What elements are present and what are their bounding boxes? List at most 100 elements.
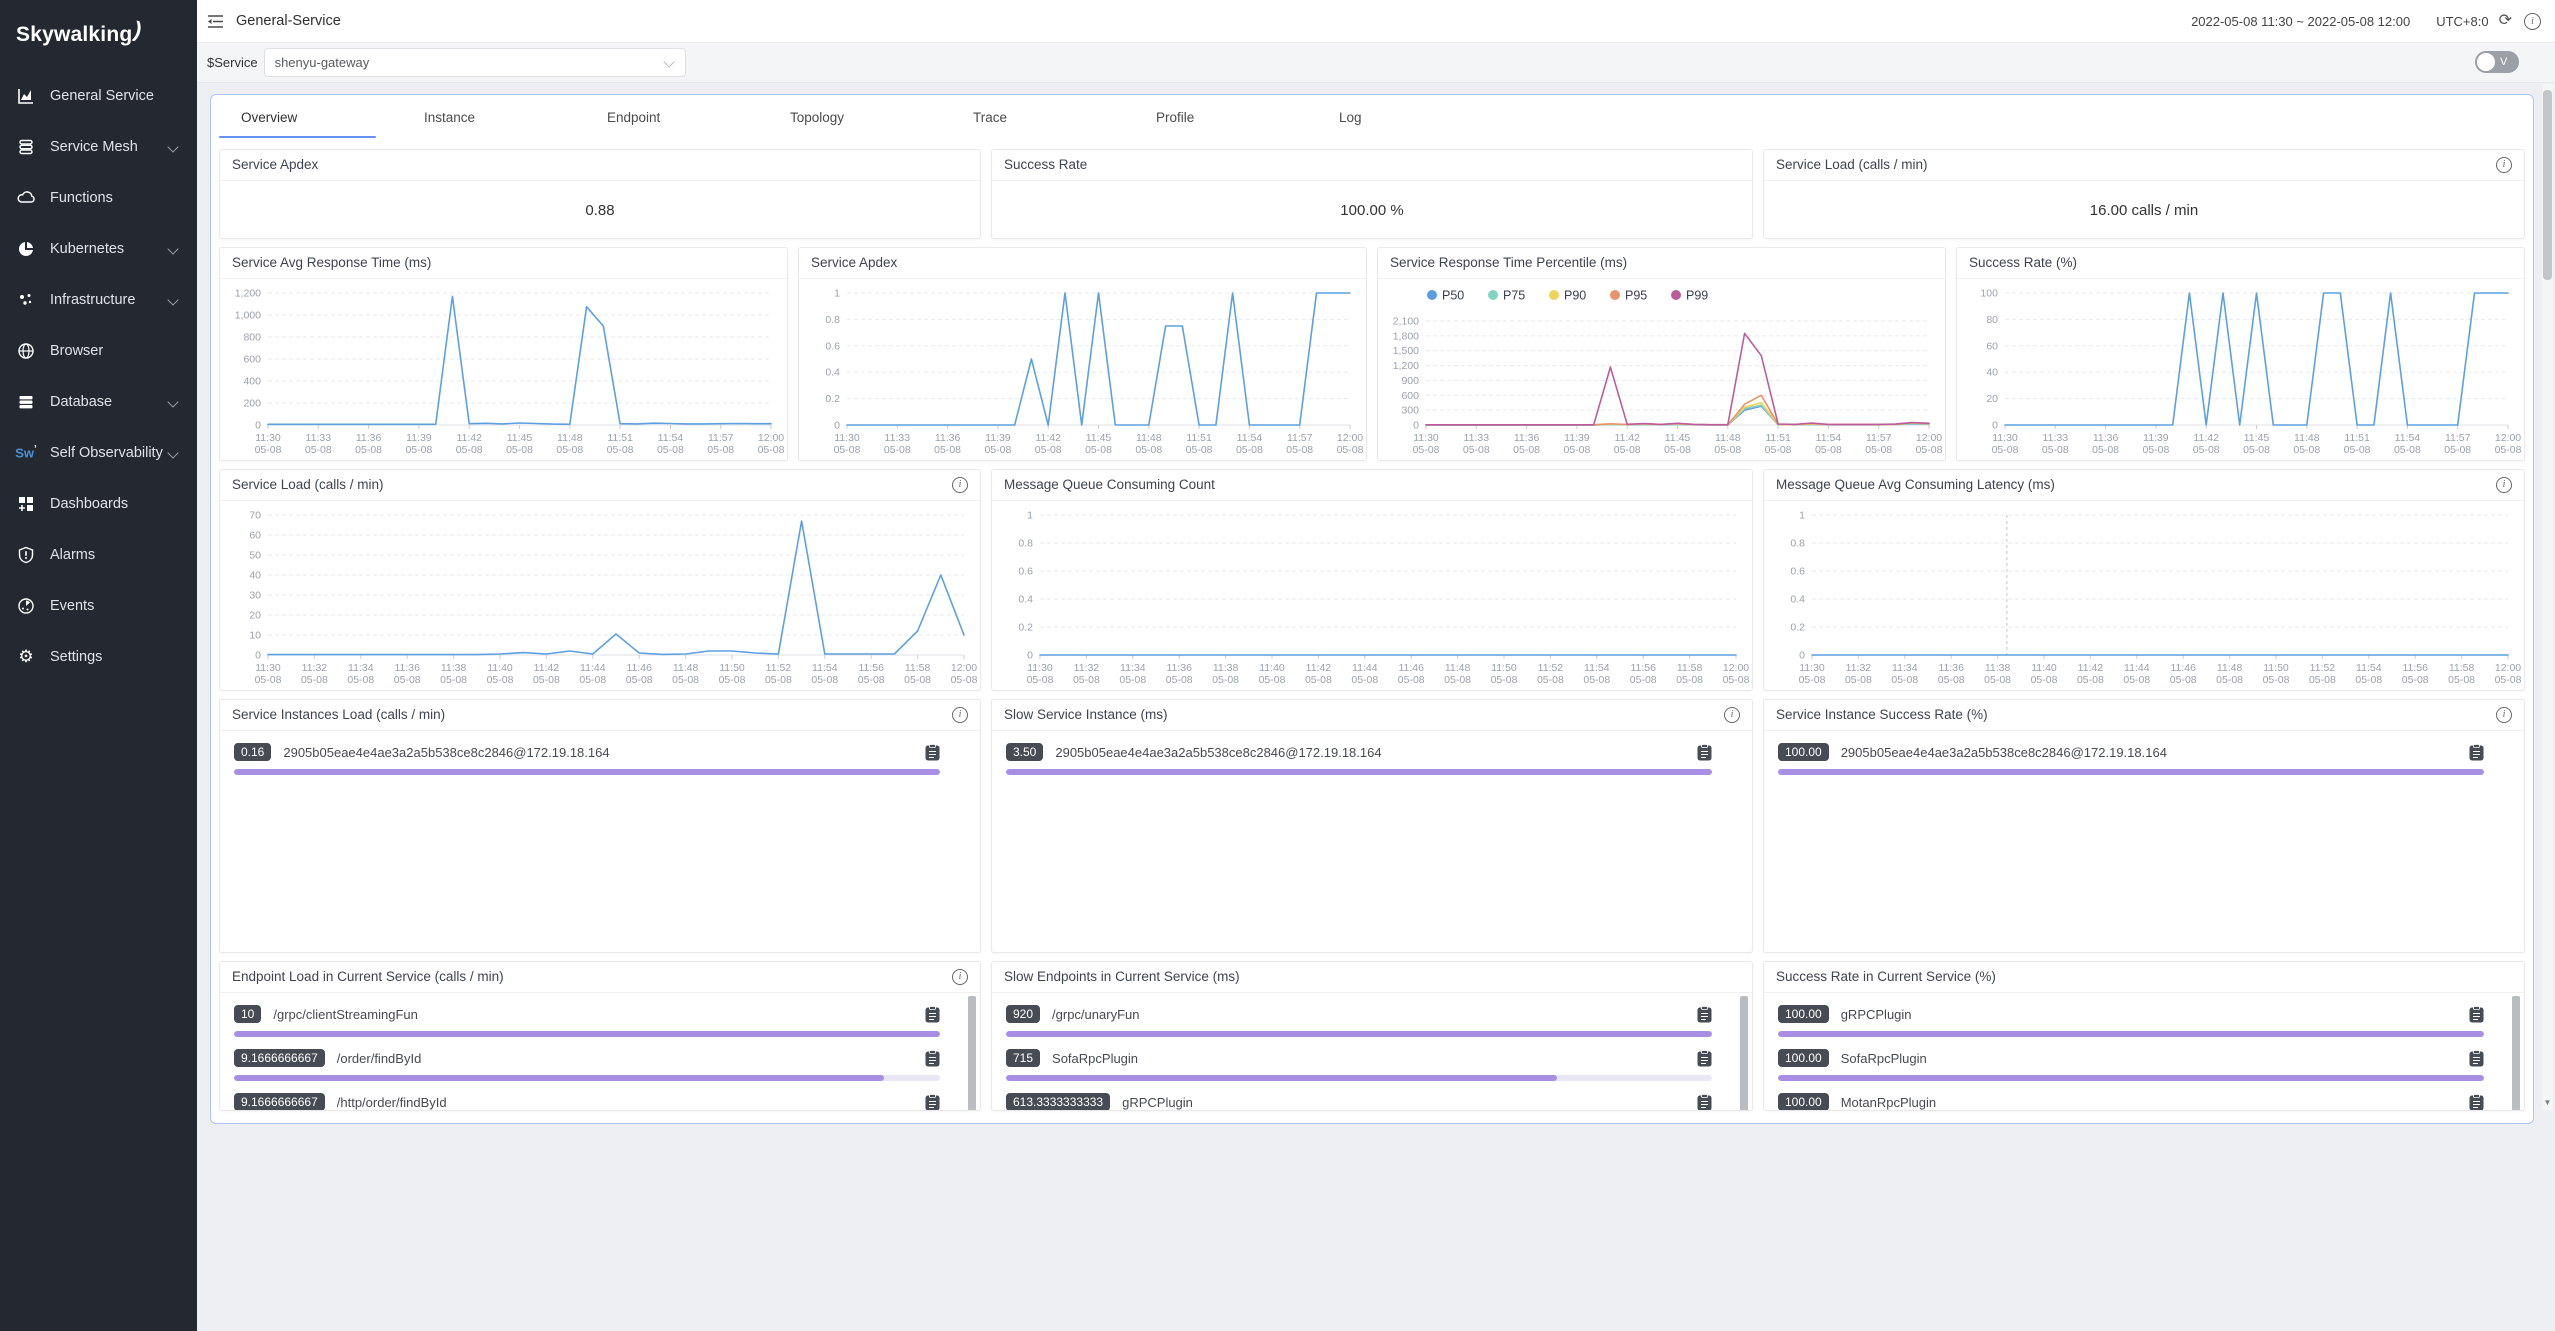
tab-log[interactable]: Log [1309, 95, 1492, 139]
info-icon[interactable]: i [952, 707, 968, 723]
sidebar: Skywalking) General Service Service Mesh… [0, 0, 197, 1331]
copy-icon[interactable] [2469, 1006, 2484, 1023]
list-item[interactable]: 100.00 SofaRpcPlugin [1778, 1045, 2510, 1071]
copy-icon[interactable] [2469, 744, 2484, 761]
svg-text:11:39: 11:39 [1564, 432, 1590, 444]
list-item[interactable]: 715 SofaRpcPlugin [1006, 1045, 1738, 1071]
card-scrollbar[interactable] [1740, 996, 1748, 1111]
tab-profile[interactable]: Profile [1126, 95, 1309, 139]
sidebar-item-label: Database [50, 394, 169, 410]
svg-text:P50: P50 [1442, 289, 1464, 303]
card-title: Service Instance Success Rate (%) [1776, 700, 2496, 730]
svg-text:05-08: 05-08 [2243, 444, 2270, 456]
svg-text:11:58: 11:58 [2449, 662, 2475, 674]
time-range[interactable]: 2022-05-08 11:30 ~ 2022-05-08 12:00 [2191, 14, 2410, 29]
copy-icon[interactable] [925, 1094, 940, 1111]
tab-overview[interactable]: Overview [211, 95, 394, 139]
alarm-icon [16, 545, 36, 565]
line-chart: 00.20.40.60.8111:3005-0811:3305-0811:360… [799, 279, 1366, 461]
sidebar-item-infrastructure[interactable]: Infrastructure [0, 274, 197, 325]
svg-text:900: 900 [1401, 375, 1419, 387]
list-card-service-instances-load: Service Instances Load (calls / min)i 0.… [219, 699, 981, 953]
svg-text:05-08: 05-08 [984, 444, 1011, 456]
scroll-down-arrow[interactable]: ▼ [2542, 1096, 2553, 1110]
list-item[interactable]: 0.16 2905b05eae4e4ae3a2a5b538ce8c2846@17… [234, 739, 966, 765]
card-scrollbar[interactable] [2512, 996, 2520, 1111]
svg-text:40: 40 [1986, 367, 1998, 379]
line-chart: 00.20.40.60.8111:3005-0811:3205-0811:340… [992, 501, 1752, 691]
tab-trace[interactable]: Trace [943, 95, 1126, 139]
sidebar-item-events[interactable]: Events [0, 580, 197, 631]
copy-icon[interactable] [1697, 744, 1712, 761]
refresh-icon[interactable]: ⟳ [2499, 13, 2512, 29]
list-item[interactable]: 9.1666666667 /order/findById [234, 1045, 966, 1071]
menu-fold-icon[interactable] [207, 14, 224, 29]
svg-text:11:34: 11:34 [1892, 662, 1918, 674]
svg-text:1,200: 1,200 [235, 288, 261, 300]
timezone-label[interactable]: UTC+8:0 [2436, 14, 2488, 29]
sidebar-item-kubernetes[interactable]: Kubernetes [0, 223, 197, 274]
list-item[interactable]: 920 /grpc/unaryFun [1006, 1001, 1738, 1027]
tab-topology[interactable]: Topology [760, 95, 943, 139]
tab-endpoint[interactable]: Endpoint [577, 95, 760, 139]
copy-icon[interactable] [2469, 1050, 2484, 1067]
svg-text:1,800: 1,800 [1393, 330, 1419, 342]
sidebar-item-database[interactable]: Database [0, 376, 197, 427]
list-item[interactable]: 9.1666666667 /http/order/findById [234, 1089, 966, 1111]
svg-text:60: 60 [249, 530, 261, 542]
sidebar-item-settings[interactable]: ⚙ Settings [0, 631, 197, 682]
svg-text:05-08: 05-08 [533, 674, 560, 686]
svg-text:05-08: 05-08 [1085, 444, 1112, 456]
sidebar-item-alarms[interactable]: Alarms [0, 529, 197, 580]
svg-text:05-08: 05-08 [1845, 674, 1872, 686]
list-item[interactable]: 613.3333333333 gRPCPlugin [1006, 1089, 1738, 1111]
info-icon[interactable]: i [1724, 707, 1740, 723]
copy-icon[interactable] [1697, 1050, 1712, 1067]
svg-text:11:46: 11:46 [2170, 662, 2196, 674]
list-item[interactable]: 100.00 MotanRpcPlugin [1778, 1089, 2510, 1111]
copy-icon[interactable] [925, 1006, 940, 1023]
stat-card-service-load: Service Load (calls / min)i 16.00 calls … [1763, 149, 2525, 239]
copy-icon[interactable] [925, 1050, 940, 1067]
info-icon[interactable]: i [2496, 157, 2512, 173]
svg-text:05-08: 05-08 [1035, 444, 1062, 456]
view-mode-toggle[interactable]: V [2475, 51, 2519, 73]
svg-text:11:48: 11:48 [673, 662, 699, 674]
list-item[interactable]: 10 /grpc/clientStreamingFun [234, 1001, 966, 1027]
info-icon[interactable]: i [2496, 707, 2512, 723]
sidebar-item-service-mesh[interactable]: Service Mesh [0, 121, 197, 172]
copy-icon[interactable] [1697, 1006, 1712, 1023]
sidebar-item-browser[interactable]: Browser [0, 325, 197, 376]
sidebar-item-functions[interactable]: Functions [0, 172, 197, 223]
list-item[interactable]: 100.00 2905b05eae4e4ae3a2a5b538ce8c2846@… [1778, 739, 2510, 765]
svg-text:11:52: 11:52 [2310, 662, 2336, 674]
info-icon[interactable]: i [2524, 13, 2541, 30]
card-scrollbar[interactable] [968, 996, 976, 1111]
tab-instance[interactable]: Instance [394, 95, 577, 139]
svg-text:05-08: 05-08 [255, 674, 282, 686]
svg-text:11:33: 11:33 [2043, 432, 2069, 444]
page-scrollbar[interactable]: ▼ [2542, 84, 2553, 1110]
sidebar-item-general-service[interactable]: General Service [0, 70, 197, 121]
svg-text:11:56: 11:56 [2402, 662, 2428, 674]
sidebar-item-dashboards[interactable]: Dashboards [0, 478, 197, 529]
svg-text:11:54: 11:54 [812, 662, 838, 674]
info-icon[interactable]: i [952, 969, 968, 985]
chevron-down-icon [167, 294, 178, 305]
info-icon[interactable]: i [2496, 477, 2512, 493]
svg-text:0: 0 [1799, 650, 1805, 662]
scrollbar-thumb[interactable] [2543, 90, 2552, 280]
svg-text:05-08: 05-08 [672, 674, 699, 686]
svg-text:05-08: 05-08 [1398, 674, 1425, 686]
svg-text:05-08: 05-08 [2444, 444, 2471, 456]
list-item[interactable]: 100.00 gRPCPlugin [1778, 1001, 2510, 1027]
info-icon[interactable]: i [952, 477, 968, 493]
svg-text:05-08: 05-08 [2142, 444, 2169, 456]
copy-icon[interactable] [1697, 1094, 1712, 1111]
stat-value: 16.00 calls / min [1764, 181, 2524, 239]
copy-icon[interactable] [2469, 1094, 2484, 1111]
copy-icon[interactable] [925, 744, 940, 761]
list-item[interactable]: 3.50 2905b05eae4e4ae3a2a5b538ce8c2846@17… [1006, 739, 1738, 765]
service-select[interactable]: shenyu-gateway [264, 48, 686, 77]
sidebar-item-self-observability[interactable]: Sw’ Self Observability [0, 427, 197, 478]
